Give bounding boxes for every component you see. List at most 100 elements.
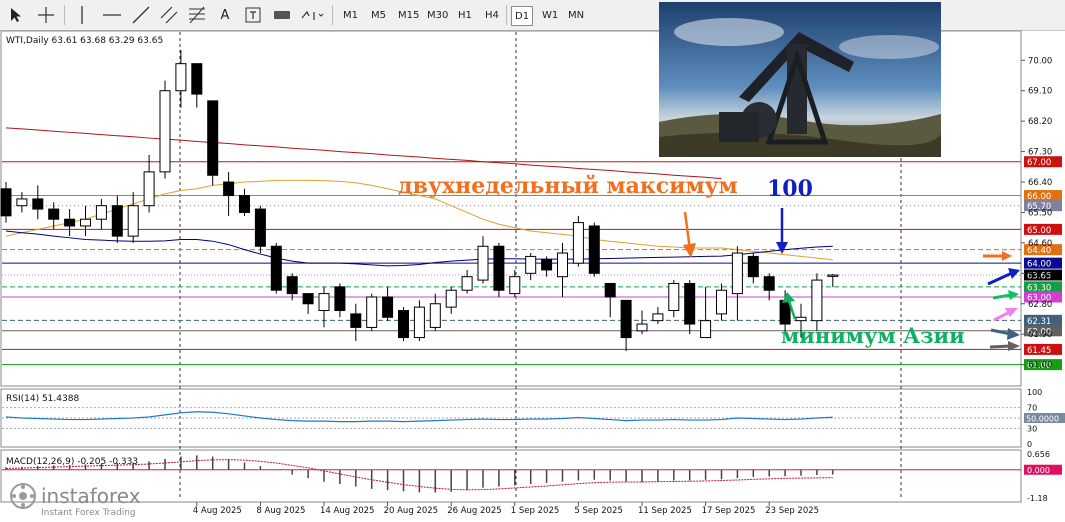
oil-pump-image <box>659 2 941 157</box>
candle-body <box>588 225 600 274</box>
price-tick-label: 61.90 <box>1028 330 1052 340</box>
brand-logo: instaforex Instant Forex Trading <box>5 482 185 518</box>
rsi-tick-label: 30 <box>1027 424 1037 433</box>
candle-body <box>604 282 616 298</box>
toolbar-separator <box>64 5 65 25</box>
candle-body <box>620 299 632 339</box>
chart-header: WTI,Daily 63.61 63.68 63.29 63.65 <box>6 36 163 46</box>
candle-body <box>716 289 727 315</box>
candle-body <box>334 286 346 312</box>
timeframe-m15[interactable]: M15 <box>395 6 422 24</box>
price-level-tag-label: 65.00 <box>1027 226 1051 236</box>
candle-body <box>239 195 250 213</box>
candle-body <box>382 296 394 318</box>
timeframe-h1[interactable]: H1 <box>455 6 475 24</box>
time-axis: 4 Aug 2025 8 Aug 2025 14 Aug 2025 20 Aug 20… <box>193 502 819 516</box>
timeframe-w1[interactable]: W1 <box>539 6 561 24</box>
candle-body <box>493 245 505 291</box>
cursor-icon[interactable] <box>6 4 26 26</box>
price-tick-label: 67.30 <box>1028 148 1052 158</box>
candle-body <box>32 198 44 210</box>
brand-tagline: Instant Forex Trading <box>41 508 136 518</box>
text-label-icon[interactable] <box>242 4 264 26</box>
time-tick-label: 8 Aug 2025 <box>256 506 305 516</box>
time-tick-label: 1 Sep 2025 <box>511 506 559 516</box>
candle-body <box>366 296 378 328</box>
candle-body <box>207 100 219 176</box>
timeframe-mn[interactable]: MN <box>565 6 587 24</box>
rsi-tick-label: 0 <box>1027 440 1032 449</box>
vertical-line-icon[interactable] <box>72 4 92 26</box>
brand-name: instaforex <box>41 484 141 508</box>
timeframe-m30[interactable]: M30 <box>424 6 451 24</box>
candle-body <box>64 218 76 227</box>
candle-body <box>0 188 12 217</box>
price-tick-label: 63.70 <box>1028 269 1052 279</box>
candle-body <box>175 63 187 92</box>
candle-body <box>572 222 584 264</box>
candle-body <box>398 310 409 339</box>
crosshair-icon[interactable] <box>34 4 58 26</box>
candle-body <box>254 208 266 247</box>
candle-body <box>509 276 521 295</box>
price-level-tag-label: 61.45 <box>1027 346 1051 356</box>
time-tick-label: 4 Aug 2025 <box>193 506 242 516</box>
macd-tick-label: 0.000 <box>1027 466 1050 475</box>
rsi-tick-label: 100 <box>1027 388 1042 397</box>
text-icon[interactable]: A <box>214 4 236 26</box>
candle-body <box>48 208 60 220</box>
candle-body <box>779 299 791 325</box>
time-tick-label: 11 Sep 2025 <box>638 506 692 516</box>
candle-body <box>747 255 759 278</box>
candle-body <box>350 313 362 328</box>
asia-min-annotation: минимум Азии <box>781 323 965 348</box>
macd-tick-label: 0.656 <box>1027 450 1050 459</box>
candle-body <box>111 205 123 237</box>
macd-tick-label: -1.18 <box>1027 494 1048 503</box>
candle-body <box>636 323 648 332</box>
candle-body <box>16 198 28 207</box>
candle-body <box>143 171 155 207</box>
equidistant-channel-icon[interactable] <box>158 4 180 26</box>
toolbar-separator <box>506 5 507 25</box>
label-icon[interactable] <box>270 4 294 26</box>
candle-body <box>95 205 107 220</box>
candle-body <box>700 320 712 339</box>
price-tick-label: 66.40 <box>1028 178 1052 188</box>
trendline-icon[interactable] <box>130 4 152 26</box>
rsi-header: RSI(14) 51.4388 <box>6 394 79 404</box>
time-tick-label: 17 Sep 2025 <box>702 506 756 516</box>
candle-body <box>445 289 457 308</box>
price-level-tag-label: 64.00 <box>1027 260 1051 270</box>
price-tick-label: 64.60 <box>1028 239 1052 249</box>
timeframe-h4[interactable]: H4 <box>482 6 502 24</box>
candle-body <box>668 282 680 312</box>
candle-body <box>318 293 330 312</box>
candle-body <box>270 245 282 291</box>
price-tick-label: 69.10 <box>1028 87 1052 97</box>
candle-body <box>525 255 537 274</box>
timeframe-d1[interactable]: D1 <box>511 6 534 26</box>
candle-body <box>731 252 743 295</box>
time-tick-label: 20 Aug 2025 <box>384 506 438 516</box>
candle-body <box>302 293 314 305</box>
arrows-icon[interactable] <box>298 4 326 26</box>
price-tick-label: 65.50 <box>1028 208 1052 218</box>
timeframe-m5[interactable]: M5 <box>368 6 389 24</box>
time-tick-label: 26 Aug 2025 <box>447 506 501 516</box>
candle-body <box>795 316 807 322</box>
time-tick-label: 5 Sep 2025 <box>574 506 622 516</box>
candle-body <box>652 313 664 322</box>
candle-body <box>541 259 553 271</box>
candle-body <box>223 181 235 197</box>
rsi-tick-label: 50.0000 <box>1026 415 1059 424</box>
price-level-tag-label: 67.00 <box>1027 158 1051 168</box>
time-tick-label: 14 Aug 2025 <box>320 506 374 516</box>
timeframe-m1[interactable]: M1 <box>340 6 361 24</box>
fibonacci-icon[interactable] <box>186 4 208 26</box>
candle-body <box>477 245 489 281</box>
candle-body <box>684 282 696 325</box>
price-tick-label: 70.00 <box>1028 56 1052 66</box>
horizontal-line-icon[interactable] <box>100 4 124 26</box>
time-tick-label: 23 Sep 2025 <box>765 506 819 516</box>
